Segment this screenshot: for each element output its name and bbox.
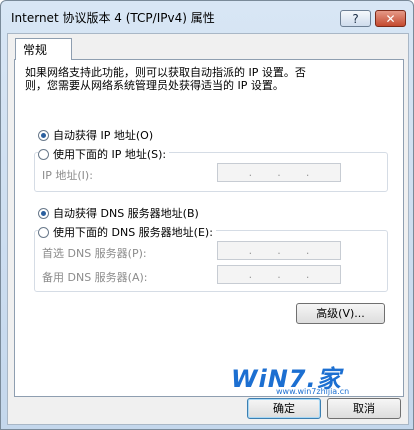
preferred-dns-label: 首选 DNS 服务器(P):: [42, 247, 147, 260]
dialog-window: Internet 协议版本 4 (TCP/IPv4) 属性 ? ✕ 常规 如果网…: [0, 0, 414, 430]
ip-manual-radio[interactable]: 使用下面的 IP 地址(S):: [38, 146, 170, 162]
ip-dot: .: [305, 166, 310, 179]
dns-manual-label: 使用下面的 DNS 服务器地址(E):: [53, 226, 213, 239]
description-line-1: 如果网络支持此功能，则可以获取自动指派的 IP 设置。否: [25, 66, 306, 79]
ip-dot: .: [277, 244, 281, 257]
alternate-dns-field[interactable]: ...: [217, 265, 341, 284]
close-button[interactable]: ✕: [375, 10, 406, 27]
ip-dot: .: [277, 166, 281, 179]
watermark-logo: WiN7.家 www.win7zhijia.cn: [231, 359, 381, 399]
preferred-dns-field[interactable]: ...: [217, 241, 341, 260]
dns-auto-radio[interactable]: 自动获得 DNS 服务器地址(B): [38, 205, 199, 221]
ip-auto-radio[interactable]: 自动获得 IP 地址(O): [38, 127, 153, 143]
tab-general[interactable]: 常规: [15, 38, 72, 60]
radio-selected-icon: [38, 207, 49, 219]
ip-dot: .: [248, 268, 253, 281]
cancel-button[interactable]: 取消: [327, 398, 401, 419]
ip-dot: .: [305, 244, 310, 257]
radio-unselected-icon: [38, 226, 49, 238]
title-bar[interactable]: Internet 协议版本 4 (TCP/IPv4) 属性 ? ✕: [1, 1, 413, 31]
ip-dot: .: [277, 268, 281, 281]
description-text: 如果网络支持此功能，则可以获取自动指派的 IP 设置。否 则，您需要从网络系统管…: [25, 66, 355, 92]
ip-address-field[interactable]: ...: [217, 163, 341, 182]
description-line-2: 则，您需要从网络系统管理员处获得适当的 IP 设置。: [25, 79, 284, 92]
dns-auto-label: 自动获得 DNS 服务器地址(B): [53, 207, 199, 220]
advanced-button[interactable]: 高级(V)...: [296, 303, 385, 324]
ok-button[interactable]: 确定: [247, 398, 321, 419]
ip-auto-label: 自动获得 IP 地址(O): [53, 129, 154, 142]
watermark-url: www.win7zhijia.cn: [276, 387, 350, 396]
ip-address-label: IP 地址(I):: [42, 169, 93, 182]
radio-selected-icon: [38, 129, 49, 141]
ip-dot: .: [305, 268, 310, 281]
ip-dot: .: [248, 244, 253, 257]
ip-manual-label: 使用下面的 IP 地址(S):: [53, 148, 167, 161]
window-title: Internet 协议版本 4 (TCP/IPv4) 属性: [11, 11, 215, 25]
alternate-dns-label: 备用 DNS 服务器(A):: [42, 271, 148, 284]
ip-dot: .: [248, 166, 253, 179]
dns-manual-radio[interactable]: 使用下面的 DNS 服务器地址(E):: [38, 224, 216, 240]
radio-unselected-icon: [38, 148, 49, 160]
help-button[interactable]: ?: [340, 10, 371, 27]
